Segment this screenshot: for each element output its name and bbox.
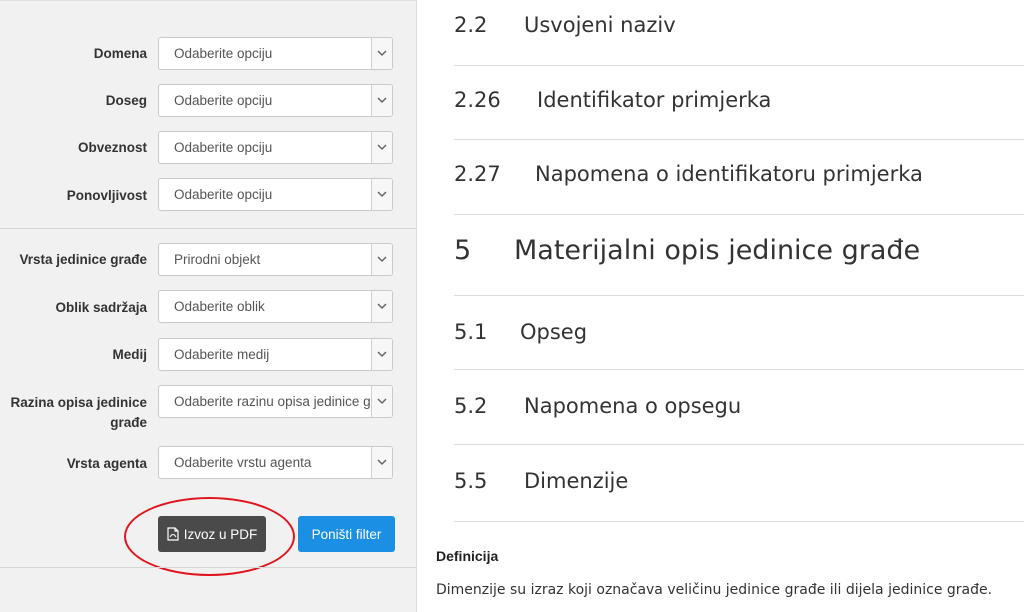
filter-sidebar: Domena Odaberite opciju Doseg Odaberite … bbox=[0, 0, 417, 612]
section-title: Identifikator primjerka bbox=[537, 88, 772, 112]
filter-label-oblik-sadrzaja: Oblik sadržaja bbox=[55, 300, 147, 315]
section-number: 2.27 bbox=[454, 162, 501, 186]
filter-label-vrsta-agenta: Vrsta agenta bbox=[66, 456, 147, 471]
chevron-down-icon[interactable] bbox=[371, 386, 392, 417]
section-number: 2.2 bbox=[454, 13, 488, 37]
filter-label-obveznost: Obveznost bbox=[77, 140, 147, 155]
section-title: Opseg bbox=[520, 320, 588, 344]
filter-label-doseg: Doseg bbox=[105, 93, 147, 108]
chevron-down-icon[interactable] bbox=[371, 179, 392, 210]
export-pdf-button[interactable]: Izvoz u PDF bbox=[158, 516, 266, 552]
section-5[interactable]: 5 Materijalni opis jedinice građe bbox=[454, 215, 1024, 296]
section-5-5[interactable]: 5.5 Dimenzije bbox=[454, 445, 1024, 522]
filter-group-divider bbox=[0, 228, 416, 229]
domena-select[interactable]: Odaberite opciju bbox=[158, 37, 393, 70]
vrsta-agenta-select-value: Odaberite vrstu agenta bbox=[174, 455, 312, 470]
section-title: Dimenzije bbox=[524, 469, 629, 493]
doseg-select[interactable]: Odaberite opciju bbox=[158, 84, 393, 117]
filter-obveznost: Obveznost Odaberite opciju bbox=[0, 131, 416, 165]
sidebar-top-border bbox=[0, 0, 416, 1]
section-number: 2.26 bbox=[454, 88, 501, 112]
obveznost-select[interactable]: Odaberite opciju bbox=[158, 131, 393, 164]
section-5-2[interactable]: 5.2 Napomena o opsegu bbox=[454, 370, 1024, 445]
filter-domena: Domena Odaberite opciju bbox=[0, 37, 416, 71]
section-title: Napomena o identifikatoru primjerka bbox=[535, 162, 923, 186]
filter-ponovljivost: Ponovljivost Odaberite opciju bbox=[0, 178, 416, 212]
vrsta-jedinice-select[interactable]: Prirodni objekt bbox=[158, 243, 393, 276]
section-number: 5.2 bbox=[454, 394, 488, 418]
chevron-down-icon[interactable] bbox=[371, 291, 392, 322]
filter-vrsta-jedinice: Vrsta jedinice građe Prirodni objekt bbox=[0, 243, 416, 277]
filter-doseg: Doseg Odaberite opciju bbox=[0, 84, 416, 118]
section-number: 5.1 bbox=[454, 320, 488, 344]
definition-heading: Definicija bbox=[436, 548, 499, 564]
oblik-sadrzaja-select[interactable]: Odaberite oblik bbox=[158, 290, 393, 323]
filter-razina-opisa: Razina opisa jedinice građe Odaberite ra… bbox=[0, 385, 416, 435]
ponovljivost-select-value: Odaberite opciju bbox=[174, 187, 273, 202]
section-5-1[interactable]: 5.1 Opseg bbox=[454, 296, 1024, 370]
filter-vrsta-agenta: Vrsta agenta Odaberite vrstu agenta bbox=[0, 446, 416, 480]
filter-label-razina-opisa: Razina opisa jedinice bbox=[10, 395, 147, 410]
section-number: 5 bbox=[454, 235, 472, 266]
ponovljivost-select[interactable]: Odaberite opciju bbox=[158, 178, 393, 211]
section-title: Usvojeni naziv bbox=[524, 13, 676, 37]
export-pdf-label: Izvoz u PDF bbox=[183, 526, 258, 542]
filter-label-razina-opisa-line2: građe bbox=[110, 415, 147, 430]
filter-label-domena: Domena bbox=[93, 46, 147, 61]
doseg-select-value: Odaberite opciju bbox=[174, 93, 273, 108]
section-2-26[interactable]: 2.26 Identifikator primjerka bbox=[454, 66, 1024, 140]
pdf-file-icon bbox=[167, 527, 179, 541]
razina-opisa-select[interactable]: Odaberite razinu opisa jedinice građe bbox=[158, 385, 393, 418]
vrsta-jedinice-select-value: Prirodni objekt bbox=[174, 252, 261, 267]
reset-filter-label: Poništi filter bbox=[311, 526, 382, 542]
filter-medij: Medij Odaberite medij bbox=[0, 338, 416, 372]
section-title: Napomena o opsegu bbox=[524, 394, 742, 418]
chevron-down-icon[interactable] bbox=[371, 447, 392, 478]
oblik-sadrzaja-select-value: Odaberite oblik bbox=[174, 299, 265, 314]
filter-label-medij: Medij bbox=[112, 347, 147, 362]
chevron-down-icon[interactable] bbox=[371, 244, 392, 275]
medij-select-value: Odaberite medij bbox=[174, 347, 270, 362]
chevron-down-icon[interactable] bbox=[371, 38, 392, 69]
domena-select-value: Odaberite opciju bbox=[174, 46, 273, 61]
section-2-2[interactable]: 2.2 Usvojeni naziv bbox=[454, 0, 1024, 66]
filter-label-vrsta-jedinice: Vrsta jedinice građe bbox=[19, 252, 147, 267]
section-2-27[interactable]: 2.27 Napomena o identifikatoru primjerka bbox=[454, 140, 1024, 215]
definition-text: Dimenzije su izraz koji označava veličin… bbox=[436, 582, 993, 598]
chevron-down-icon[interactable] bbox=[371, 132, 392, 163]
filter-label-ponovljivost: Ponovljivost bbox=[66, 188, 147, 203]
medij-select[interactable]: Odaberite medij bbox=[158, 338, 393, 371]
filter-oblik-sadrzaja: Oblik sadržaja Odaberite oblik bbox=[0, 290, 416, 324]
obveznost-select-value: Odaberite opciju bbox=[174, 140, 273, 155]
reset-filter-button[interactable]: Poništi filter bbox=[298, 516, 395, 552]
section-title: Materijalni opis jedinice građe bbox=[514, 235, 921, 266]
razina-opisa-select-value: Odaberite razinu opisa jedinice građe bbox=[174, 394, 374, 409]
sidebar-bottom-divider bbox=[0, 567, 416, 568]
chevron-down-icon[interactable] bbox=[371, 339, 392, 370]
chevron-down-icon[interactable] bbox=[371, 85, 392, 116]
section-number: 5.5 bbox=[454, 469, 488, 493]
main-content: 2.2 Usvojeni naziv 2.26 Identifikator pr… bbox=[418, 0, 1024, 612]
vrsta-agenta-select[interactable]: Odaberite vrstu agenta bbox=[158, 446, 393, 479]
